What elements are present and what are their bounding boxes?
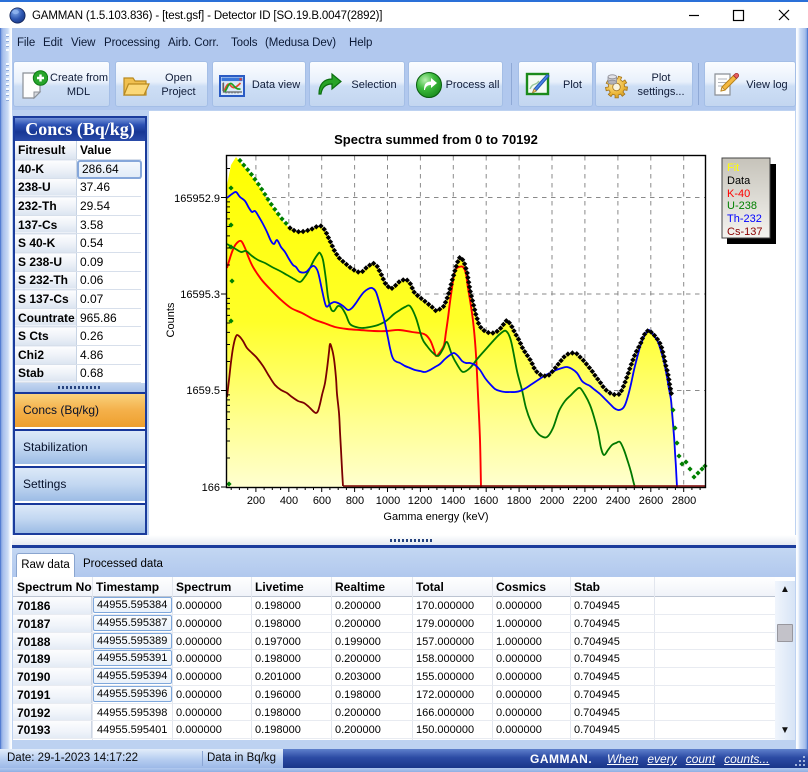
- svg-text:1400: 1400: [441, 495, 465, 507]
- svg-text:16595.3: 16595.3: [180, 289, 220, 301]
- svg-text:Spectra summed from 0 to 70192: Spectra summed from 0 to 70192: [334, 132, 538, 147]
- svg-text:Cs-137: Cs-137: [727, 226, 762, 238]
- svg-text:2000: 2000: [540, 495, 564, 507]
- svg-text:Fit: Fit: [727, 162, 739, 174]
- svg-text:U-238: U-238: [727, 200, 757, 212]
- svg-text:2800: 2800: [672, 495, 696, 507]
- svg-text:1600: 1600: [474, 495, 498, 507]
- svg-text:Gamma energy (keV): Gamma energy (keV): [383, 511, 488, 523]
- svg-text:Th-232: Th-232: [727, 213, 762, 225]
- svg-text:400: 400: [280, 495, 298, 507]
- svg-text:2200: 2200: [573, 495, 597, 507]
- svg-text:Counts: Counts: [165, 302, 177, 337]
- svg-text:600: 600: [313, 495, 331, 507]
- svg-text:2400: 2400: [606, 495, 630, 507]
- svg-text:200: 200: [247, 495, 265, 507]
- svg-text:1200: 1200: [408, 495, 432, 507]
- svg-text:2600: 2600: [639, 495, 663, 507]
- svg-text:Data: Data: [727, 175, 751, 187]
- svg-text:1800: 1800: [507, 495, 531, 507]
- svg-text:166: 166: [202, 482, 220, 494]
- svg-text:1659.5: 1659.5: [186, 385, 220, 397]
- svg-text:K-40: K-40: [727, 188, 750, 200]
- svg-text:1000: 1000: [376, 495, 400, 507]
- svg-text:800: 800: [346, 495, 364, 507]
- svg-text:165952.9: 165952.9: [174, 193, 220, 205]
